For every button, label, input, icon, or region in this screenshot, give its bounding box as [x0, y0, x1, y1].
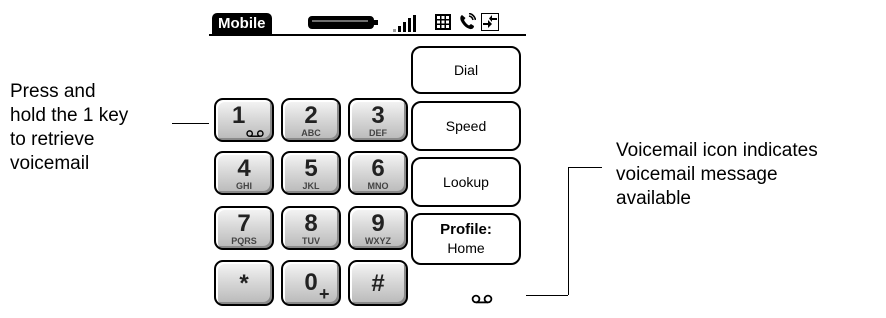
key-hash-digit: # — [371, 270, 385, 297]
leader-line-right-vertical — [568, 167, 569, 295]
key-8[interactable]: 8 TUV — [281, 206, 341, 250]
dial-button-label: Dial — [453, 62, 479, 78]
key-6-digit: 6 — [371, 155, 385, 182]
key-0-plus: + — [319, 284, 330, 304]
leader-line-right-top — [568, 167, 602, 168]
voicemail-indicator-icon — [471, 294, 493, 304]
battery-icon — [308, 16, 378, 29]
callout-press-hold-1: Press and hold the 1 key to retrieve voi… — [10, 81, 129, 174]
app-title[interactable]: Mobile — [212, 13, 272, 35]
key-4[interactable]: 4 GHI — [214, 151, 274, 195]
key-5-letters: JKL — [302, 181, 320, 191]
key-0-digit: 0 — [304, 269, 318, 296]
keypad-icon[interactable] — [434, 13, 452, 31]
key-2[interactable]: 2 ABC — [281, 98, 341, 142]
key-7-letters: PQRS — [231, 236, 257, 246]
key-9-digit: 9 — [371, 210, 385, 237]
key-2-digit: 2 — [304, 102, 318, 129]
key-7-digit: 7 — [237, 210, 251, 237]
key-6[interactable]: 6 MNO — [348, 151, 408, 195]
lookup-button-label: Lookup — [443, 174, 489, 190]
key-2-letters: ABC — [301, 128, 321, 138]
key-8-letters: TUV — [302, 236, 320, 246]
key-5[interactable]: 5 JKL — [281, 151, 341, 195]
key-star[interactable]: * — [214, 260, 274, 306]
key-3-letters: DEF — [369, 128, 387, 138]
key-star-digit: * — [239, 270, 249, 297]
key-1-digit: 1 — [232, 102, 246, 129]
key-4-letters: GHI — [235, 181, 252, 191]
speed-dial-button[interactable]: Speed — [411, 101, 521, 151]
key-0[interactable]: 0 + — [281, 260, 341, 306]
profile-button[interactable]: Profile: Home — [411, 213, 521, 265]
lookup-button[interactable]: Lookup — [411, 157, 521, 207]
title-rule — [209, 34, 526, 36]
signal-strength-icon — [391, 14, 417, 32]
callout-voicemail-icon: Voicemail icon indicates voicemail messa… — [616, 140, 818, 209]
speed-button-label: Speed — [445, 118, 487, 134]
profile-label: Profile: — [440, 221, 492, 238]
key-5-digit: 5 — [304, 155, 318, 182]
key-9-letters: WXYZ — [365, 236, 391, 246]
key-6-letters: MNO — [367, 181, 389, 191]
key-3-digit: 3 — [371, 102, 385, 129]
key-1[interactable]: 1 — [214, 98, 274, 142]
title-bar: Mobile — [209, 10, 526, 37]
leader-line-left — [172, 123, 213, 124]
dial-button[interactable]: Dial — [411, 46, 521, 94]
phone-screen: Mobile 1 2 ABC 3 DEF 4 GHI 5 JKL 6 MNO 7… — [209, 10, 526, 318]
voicemail-icon — [246, 130, 264, 137]
key-3[interactable]: 3 DEF — [348, 98, 408, 142]
key-9[interactable]: 9 WXYZ — [348, 206, 408, 250]
key-8-digit: 8 — [304, 210, 318, 237]
connection-icon[interactable] — [481, 13, 499, 31]
phone-icon[interactable] — [458, 13, 476, 31]
key-hash[interactable]: # — [348, 260, 408, 306]
key-4-digit: 4 — [237, 155, 251, 182]
profile-value: Home — [447, 240, 485, 256]
key-7[interactable]: 7 PQRS — [214, 206, 274, 250]
